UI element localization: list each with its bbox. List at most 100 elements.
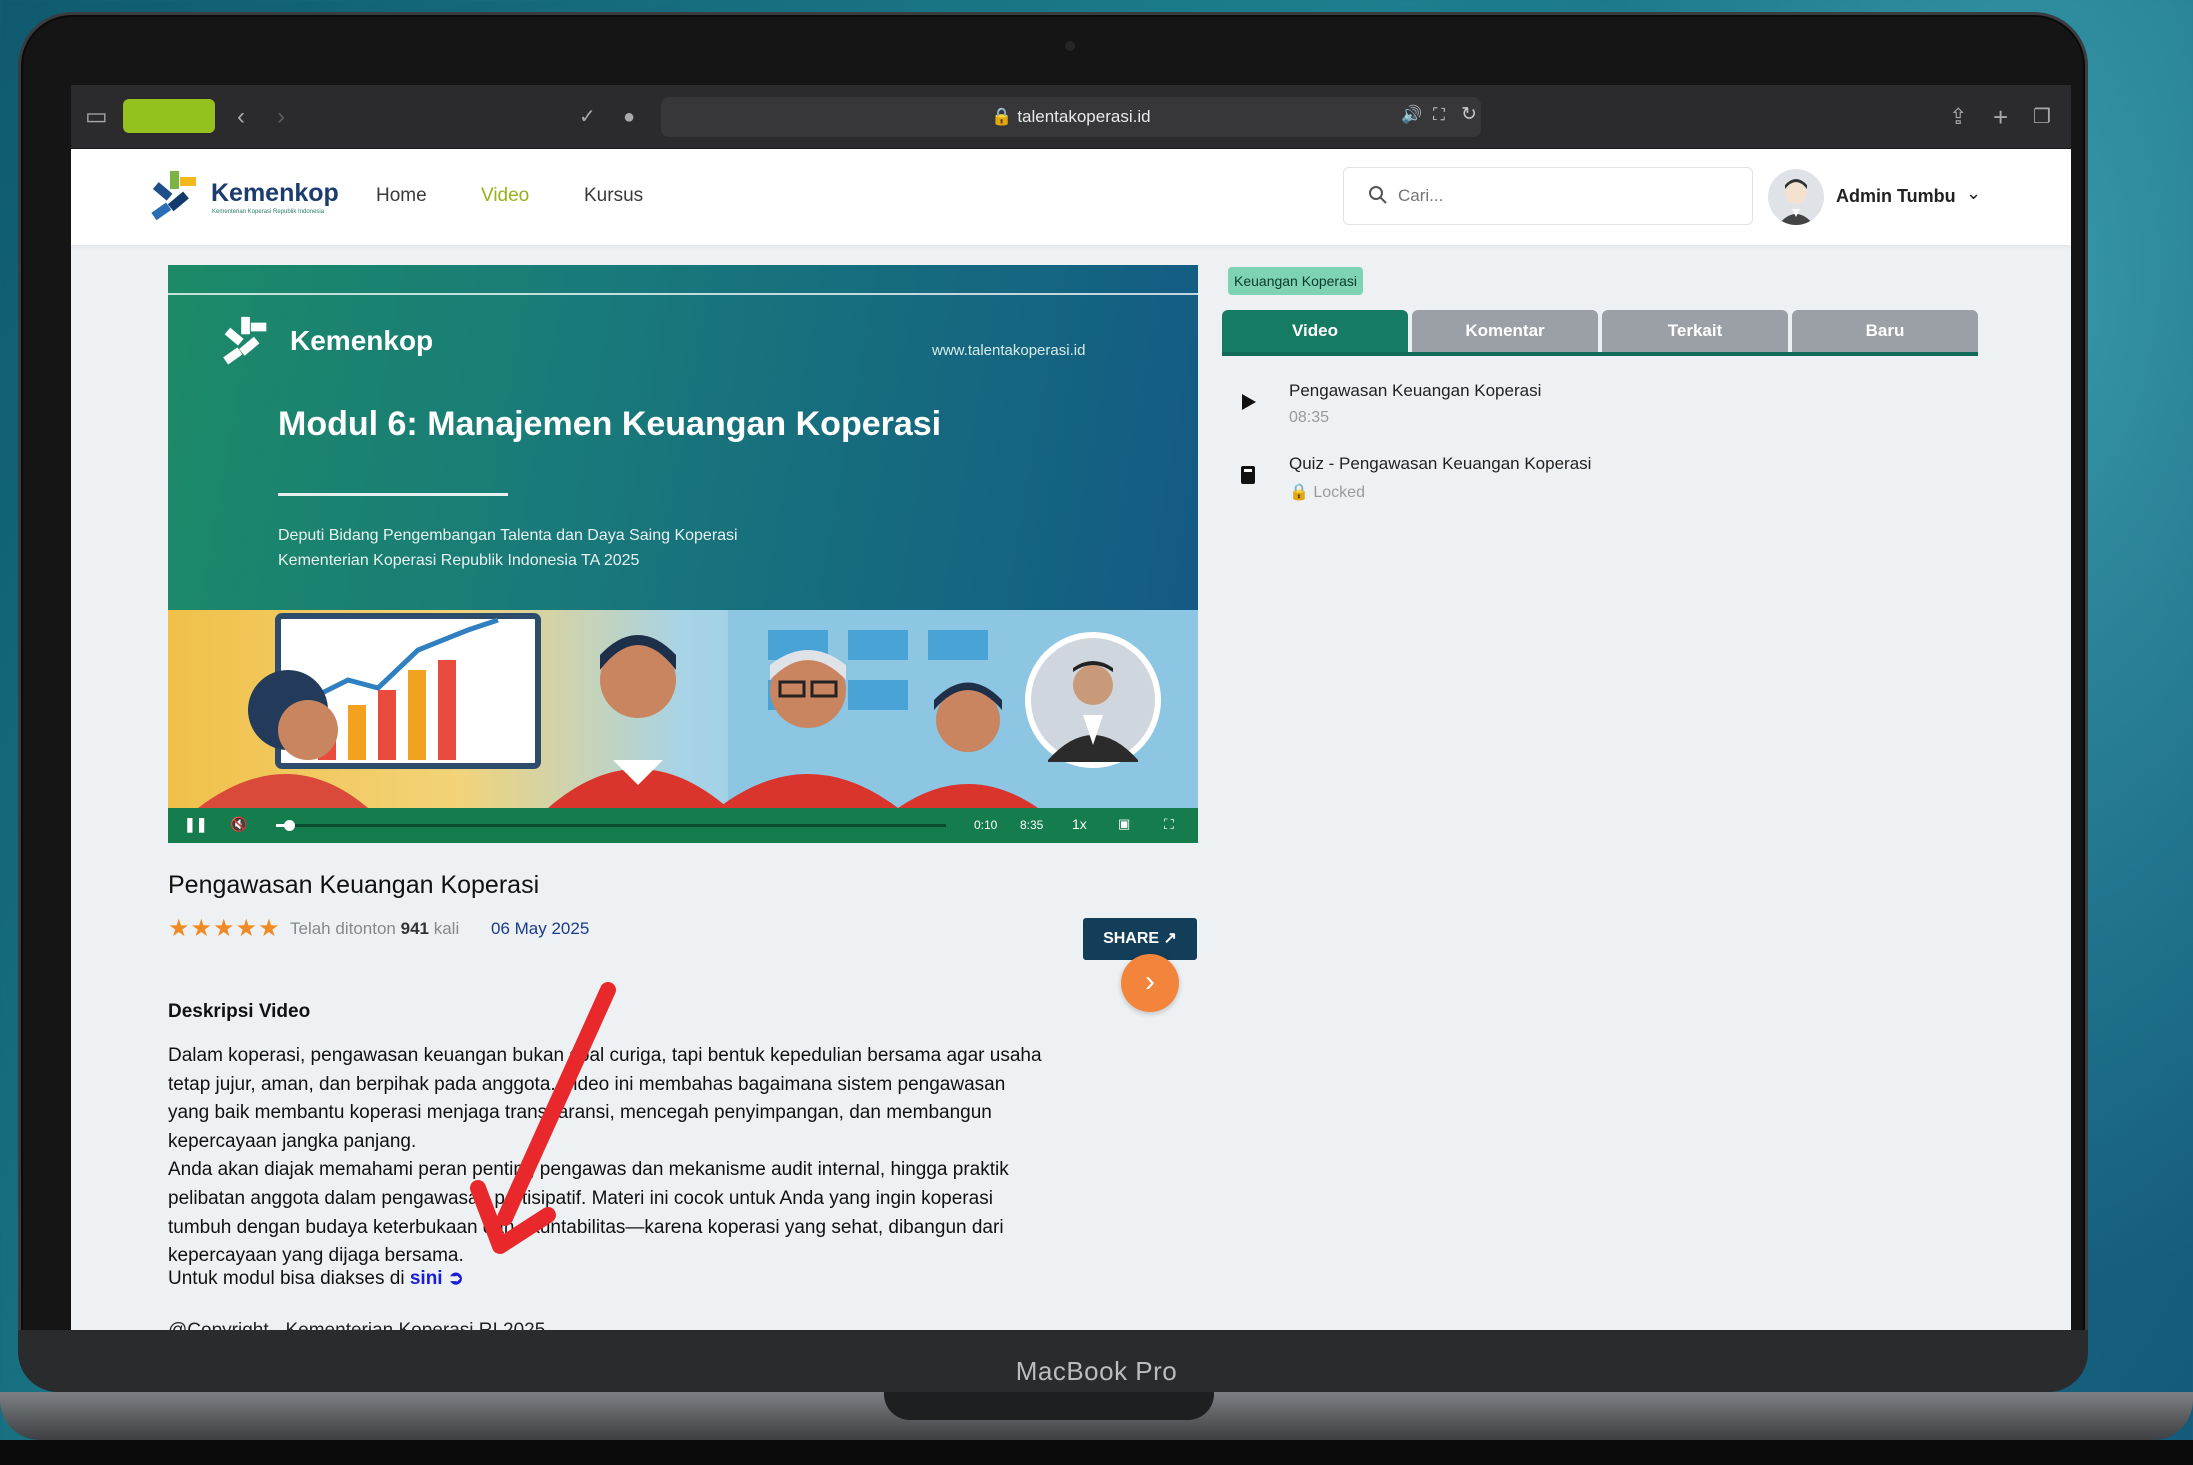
pause-icon[interactable]: ❚❚ xyxy=(184,816,207,833)
mute-icon[interactable]: 🔇 xyxy=(230,816,247,833)
browser-toolbar: ▭ ‹ › ✓ ● ☰ 🔒 talentakoperasi.id 🔊 ⛶ ↻ ⇪… xyxy=(71,85,2071,149)
back-icon[interactable]: ‹ xyxy=(237,103,245,131)
device-label: MacBook Pro xyxy=(1015,1356,1178,1386)
module-link-line: Untuk modul bisa diakses di sini ➲ xyxy=(168,1267,464,1290)
description-line: tumbuh dengan budaya keterbukaan dan aku… xyxy=(168,1216,1004,1238)
play-icon xyxy=(1242,394,1256,410)
video-logo-icon xyxy=(223,316,267,365)
sidebar-tabs: Video Komentar Terkait Baru xyxy=(1222,310,1978,356)
video-subtitle-line1: Deputi Bidang Pengembangan Talenta dan D… xyxy=(278,527,738,544)
nav-kursus[interactable]: Kursus xyxy=(584,185,643,207)
video-divider xyxy=(168,293,1198,295)
user-name[interactable]: Admin Tumbu xyxy=(1836,186,1956,207)
description-line: kepercayaan jangka panjang. xyxy=(168,1130,417,1152)
translate-icon[interactable]: ⛶ xyxy=(1433,105,1445,125)
arrow-circle-right-icon: ➲ xyxy=(447,1268,464,1289)
camera xyxy=(1065,41,1075,51)
tab-baru[interactable]: Baru xyxy=(1792,310,1978,352)
captions-icon[interactable]: ▣ xyxy=(1118,816,1130,832)
tab-video[interactable]: Video xyxy=(1222,310,1408,352)
publish-date: 06 May 2025 xyxy=(491,919,590,938)
views-suffix: kali xyxy=(433,919,460,938)
views-number: 941 xyxy=(400,919,429,938)
description-body: Dalam koperasi, pengawasan keuangan buka… xyxy=(168,1042,1208,1271)
description-line: Dalam koperasi, pengawasan keuangan buka… xyxy=(168,1045,1042,1066)
video-illustration xyxy=(168,610,1198,808)
module-link-text: sini xyxy=(409,1268,443,1289)
video-brand: Kemenkop xyxy=(290,325,434,356)
module-link[interactable]: sini ➲ xyxy=(410,1268,464,1289)
video-subtitle: Deputi Bidang Pengembangan Talenta dan D… xyxy=(278,523,738,573)
duration: 8:35 xyxy=(1020,818,1044,832)
video-player[interactable]: Kemenkop www.talentakoperasi.id Modul 6:… xyxy=(168,265,1198,843)
lock-icon: 🔒 xyxy=(1289,484,1309,501)
playlist-item-status: 🔒 Locked xyxy=(1289,482,1365,502)
views-prefix: Telah ditonton xyxy=(290,919,396,938)
search-box xyxy=(1343,167,1753,225)
video-progress-track[interactable] xyxy=(276,820,946,831)
chevron-right-icon: › xyxy=(1145,965,1155,998)
tab-group-pill[interactable] xyxy=(123,99,215,133)
category-badge[interactable]: Keuangan Koperasi xyxy=(1228,267,1363,295)
tab-komentar[interactable]: Komentar xyxy=(1412,310,1598,352)
video-title-rule xyxy=(278,493,508,496)
logo-text: Kemenkop xyxy=(211,179,339,207)
current-time: 0:10 xyxy=(974,818,998,832)
address-bar[interactable]: 🔒 talentakoperasi.id 🔊 ⛶ ↻ xyxy=(661,97,1481,137)
check-extension-icon[interactable]: ✓ xyxy=(579,103,596,131)
user-avatar[interactable] xyxy=(1768,169,1824,225)
forward-icon[interactable]: › xyxy=(277,103,285,131)
playlist-item-title: Quiz - Pengawasan Keuangan Koperasi xyxy=(1289,454,1592,473)
chevron-down-icon[interactable]: ⌄ xyxy=(1966,183,1981,204)
video-subtitle-line2: Kementerian Koperasi Republik Indonesia … xyxy=(278,552,640,569)
laptop-shadow xyxy=(0,1440,2193,1465)
kemenkop-logo-icon[interactable] xyxy=(146,167,206,227)
video-title: Pengawasan Keuangan Koperasi xyxy=(168,871,540,899)
description-line: Anda akan diajak memahami peran penting … xyxy=(168,1159,1009,1181)
new-tab-icon[interactable]: + xyxy=(1993,103,2008,131)
module-link-prefix: Untuk modul bisa diakses di xyxy=(168,1268,405,1289)
share-label: SHARE xyxy=(1103,930,1160,947)
book-icon xyxy=(1241,466,1255,484)
search-input[interactable] xyxy=(1398,182,1728,210)
nav-home[interactable]: Home xyxy=(376,185,427,207)
description-line: pelibatan anggota dalam pengawasan parti… xyxy=(168,1187,993,1209)
tab-overview-icon[interactable]: ❐ xyxy=(2033,103,2051,131)
video-website: www.talentakoperasi.id xyxy=(932,342,1086,359)
laptop-frame: ▭ ‹ › ✓ ● ☰ 🔒 talentakoperasi.id 🔊 ⛶ ↻ ⇪… xyxy=(18,12,2088,1392)
nav-video[interactable]: Video xyxy=(481,185,529,207)
sidebar-toggle-icon[interactable]: ▭ xyxy=(85,103,108,131)
rating-stars: ★★★★★ xyxy=(168,915,281,942)
fullscreen-icon[interactable]: ⛶ xyxy=(1164,816,1174,833)
url-value: talentakoperasi.id xyxy=(1017,107,1151,126)
share-button[interactable]: SHARE ↗ xyxy=(1083,918,1197,960)
video-module-title: Modul 6: Manajemen Keuangan Koperasi xyxy=(278,405,942,443)
url-text: 🔒 talentakoperasi.id xyxy=(991,107,1151,126)
cooperative-meeting-illustration xyxy=(198,610,1198,808)
tab-terkait[interactable]: Terkait xyxy=(1602,310,1788,352)
screen: ▭ ‹ › ✓ ● ☰ 🔒 talentakoperasi.id 🔊 ⛶ ↻ ⇪… xyxy=(71,85,2071,1343)
external-link-icon: ↗ xyxy=(1163,930,1177,947)
extension-icon[interactable]: ● xyxy=(623,103,635,131)
description-line: tetap jujur, aman, dan berpihak pada ang… xyxy=(168,1073,1006,1095)
laptop-notch xyxy=(884,1392,1214,1420)
view-count: Telah ditonton 941 kali xyxy=(290,919,459,939)
site-header: Kemenkop Kementerian Koperasi Republik I… xyxy=(71,149,2071,245)
logo-subtext: Kementerian Koperasi Republik Indonesia xyxy=(212,209,325,215)
video-progress-knob[interactable] xyxy=(284,820,296,831)
reload-icon[interactable]: ↻ xyxy=(1461,103,1477,126)
description-heading: Deskripsi Video xyxy=(168,1001,311,1022)
share-icon[interactable]: ⇪ xyxy=(1949,103,1967,131)
audio-icon[interactable]: 🔊 xyxy=(1401,105,1422,125)
playback-speed[interactable]: 1x xyxy=(1072,816,1087,832)
playlist-item-title: Pengawasan Keuangan Koperasi xyxy=(1289,381,1542,400)
playlist-item-duration: 08:35 xyxy=(1289,409,1330,426)
video-title-card: Kemenkop www.talentakoperasi.id Modul 6:… xyxy=(168,265,1198,610)
description-line: yang baik membantu koperasi menjaga tran… xyxy=(168,1102,992,1124)
playlist-item[interactable]: Quiz - Pengawasan Keuangan Koperasi 🔒 Lo… xyxy=(1222,450,1978,510)
video-controls: ❚❚ 🔇 0:10 8:35 1x ▣ ⛶ xyxy=(168,808,1198,843)
playlist-item[interactable]: Pengawasan Keuangan Koperasi 08:35 xyxy=(1222,377,1978,437)
locked-label: Locked xyxy=(1313,484,1365,501)
next-arrow-button[interactable]: › xyxy=(1121,954,1179,1012)
search-icon xyxy=(1369,186,1387,204)
